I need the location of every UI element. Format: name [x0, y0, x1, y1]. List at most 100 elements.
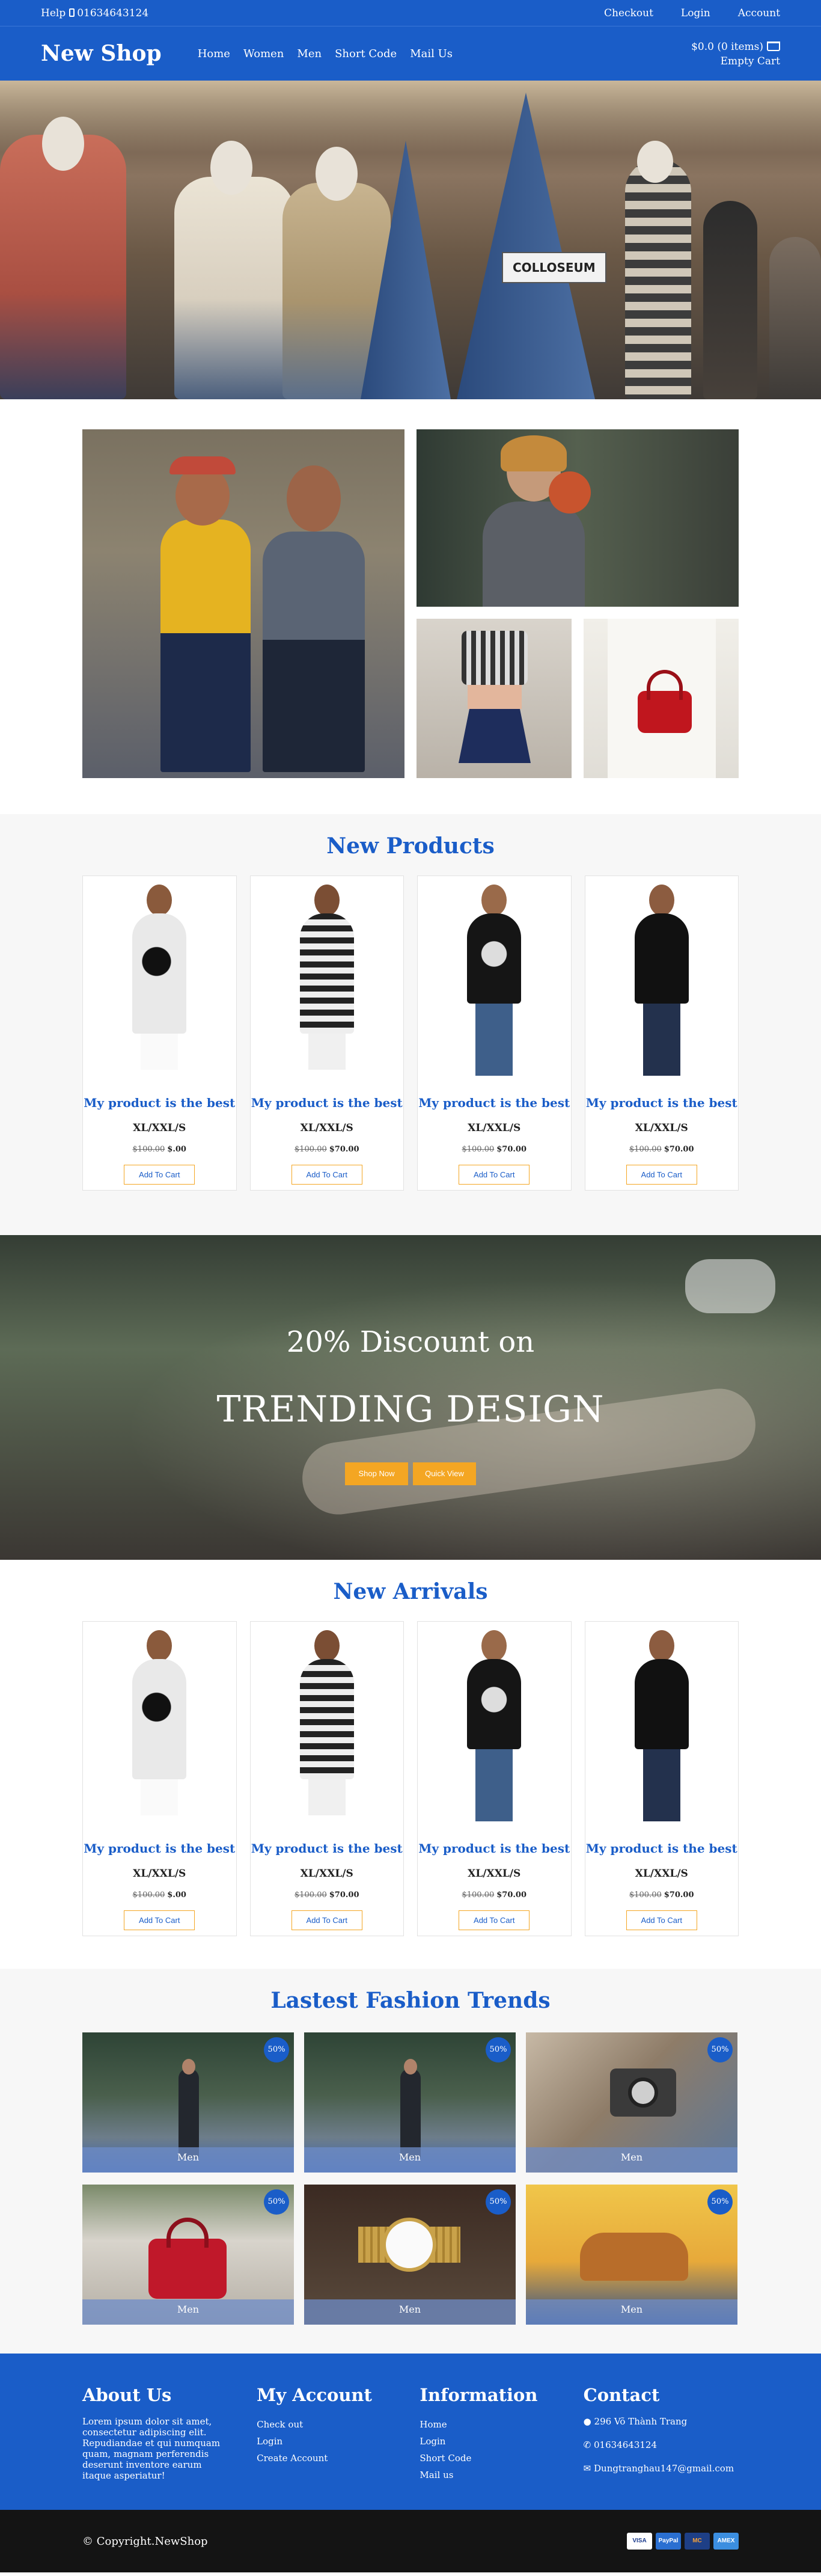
product-sizes: XL/XXL/S	[300, 1122, 353, 1134]
help-label: Help	[41, 7, 66, 19]
product-title[interactable]: My product is the best	[418, 1096, 571, 1110]
new-arrivals-section: New Arrivals My product is the best XL/XX…	[0, 1560, 821, 1969]
footer-checkout-link[interactable]: Check out	[257, 2416, 420, 2433]
trend-tile[interactable]: 50% Men	[304, 2032, 516, 2173]
nav-home[interactable]: Home	[198, 48, 230, 60]
add-to-cart-button[interactable]: Add To Cart	[459, 1910, 530, 1930]
amex-card-icon: AMEX	[713, 2533, 739, 2550]
footer-account: My Account Check out Login Create Accoun…	[257, 2385, 420, 2510]
footer-login-link[interactable]: Login	[257, 2433, 420, 2450]
footer-about-text: Lorem ipsum dolor sit amet, consectetur …	[82, 2416, 221, 2481]
product-image[interactable]	[418, 876, 571, 1084]
product-title[interactable]: My product is the best	[83, 1096, 236, 1110]
product-card[interactable]: My product is the best XL/XXL/S $100.00 $70…	[417, 876, 572, 1191]
help-phone-number: 01634643124	[77, 7, 149, 19]
quick-view-button[interactable]: Quick View	[413, 1462, 476, 1485]
footer-short-code-link[interactable]: Short Code	[420, 2450, 583, 2467]
new-products-title: New Products	[326, 833, 495, 859]
account-link[interactable]: Account	[738, 7, 780, 19]
trend-tile[interactable]: 50% Men	[304, 2185, 516, 2325]
product-image[interactable]	[250, 1622, 403, 1829]
empty-cart-link[interactable]: Empty Cart	[691, 54, 780, 69]
footer-create-account-link[interactable]: Create Account	[257, 2450, 420, 2467]
trend-caption: Men	[82, 2147, 294, 2173]
product-card[interactable]: My product is the best XL/XXL/S $100.00 $.0…	[82, 1621, 237, 1936]
footer-contact-title: Contact	[583, 2385, 660, 2405]
add-to-cart-button[interactable]: Add To Cart	[124, 1910, 195, 1930]
nav-women[interactable]: Women	[243, 48, 284, 60]
product-image[interactable]	[83, 876, 236, 1084]
product-title[interactable]: My product is the best	[418, 1841, 571, 1856]
product-title[interactable]: My product is the best	[585, 1096, 739, 1110]
product-image[interactable]	[418, 1622, 571, 1829]
add-to-cart-button[interactable]: Add To Cart	[459, 1165, 530, 1185]
footer: About Us Lorem ipsum dolor sit amet, con…	[0, 2354, 821, 2510]
discount-banner: 20% Discount on TRENDING DESIGN Shop Now…	[0, 1235, 821, 1560]
checkout-link[interactable]: Checkout	[604, 7, 653, 19]
trend-tile[interactable]: 50% Men	[82, 2032, 294, 2173]
photo-gallery	[0, 399, 821, 814]
product-title[interactable]: My product is the best	[251, 1841, 404, 1856]
product-sizes: XL/XXL/S	[468, 1868, 521, 1880]
trend-tile[interactable]: 50% Men	[526, 2032, 737, 2173]
add-to-cart-button[interactable]: Add To Cart	[626, 1910, 697, 1930]
footer-home-link[interactable]: Home	[420, 2416, 583, 2433]
cart-summary[interactable]: $0.0 (0 items) Empty Cart	[691, 40, 780, 69]
footer-mail-link[interactable]: Mail us	[420, 2467, 583, 2483]
contact-email[interactable]: Dungtranghau147@gmail.com	[594, 2463, 734, 2474]
product-card[interactable]: My product is the best XL/XXL/S $100.00 $70…	[249, 1621, 404, 1936]
add-to-cart-button[interactable]: Add To Cart	[291, 1165, 362, 1185]
product-image[interactable]	[83, 1622, 236, 1829]
main-header: New Shop Home Women Men Short Code Mail …	[0, 26, 821, 81]
product-image[interactable]	[250, 876, 403, 1084]
product-card[interactable]: My product is the best XL/XXL/S $100.00 $70…	[584, 1621, 739, 1936]
contact-phone: 01634643124	[594, 2440, 657, 2450]
old-price: $100.00	[462, 1145, 495, 1154]
product-card[interactable]: My product is the best XL/XXL/S $100.00 $70…	[417, 1621, 572, 1936]
old-price: $100.00	[294, 1891, 327, 1900]
nav-men[interactable]: Men	[297, 48, 322, 60]
product-price: $100.00 $70.00	[251, 1891, 404, 1900]
new-arrivals-list: My product is the best XL/XXL/S $100.00 $.0…	[0, 1621, 821, 1936]
footer-about-title: About Us	[82, 2385, 172, 2405]
mastercard-icon: MC	[685, 2533, 710, 2550]
product-title[interactable]: My product is the best	[585, 1841, 739, 1856]
hero-image: COLLOSEUM	[0, 81, 821, 399]
sale-price: $70.00	[664, 1891, 694, 1900]
footer-login-link-2[interactable]: Login	[420, 2433, 583, 2450]
nav-mail-us[interactable]: Mail Us	[410, 48, 453, 60]
contact-address: 296 Võ Thành Trang	[594, 2416, 688, 2427]
site-logo[interactable]: New Shop	[41, 41, 162, 66]
product-card[interactable]: My product is the best XL/XXL/S $100.00 $70…	[584, 876, 739, 1191]
new-products-list: My product is the best XL/XXL/S $100.00 $.0…	[0, 876, 821, 1191]
discount-badge: 50%	[264, 2189, 289, 2215]
nav-short-code[interactable]: Short Code	[335, 48, 397, 60]
product-card[interactable]: My product is the best XL/XXL/S $100.00 $70…	[249, 876, 404, 1191]
add-to-cart-button[interactable]: Add To Cart	[291, 1910, 362, 1930]
trend-caption: Men	[304, 2299, 516, 2325]
product-sizes: XL/XXL/S	[300, 1868, 353, 1880]
product-title[interactable]: My product is the best	[251, 1096, 404, 1110]
main-nav: Home Women Men Short Code Mail Us	[198, 48, 453, 60]
old-price: $100.00	[294, 1145, 327, 1154]
product-image[interactable]	[585, 1622, 738, 1829]
payment-cards: VISA PayPal MC AMEX	[627, 2533, 739, 2550]
login-link[interactable]: Login	[681, 7, 710, 19]
discount-badge: 50%	[707, 2037, 733, 2062]
shop-now-button[interactable]: Shop Now	[345, 1462, 408, 1485]
gallery-image-crop-top	[417, 619, 572, 778]
product-price: $100.00 $70.00	[418, 1145, 571, 1154]
map-marker-icon: ●	[583, 2416, 591, 2427]
old-price: $100.00	[132, 1891, 165, 1900]
trend-tile[interactable]: 50% Men	[526, 2185, 737, 2325]
product-price: $100.00 $70.00	[585, 1891, 739, 1900]
product-card[interactable]: My product is the best XL/XXL/S $100.00 $.0…	[82, 876, 237, 1191]
product-image[interactable]	[585, 876, 738, 1084]
paypal-card-icon: PayPal	[656, 2533, 681, 2550]
add-to-cart-button[interactable]: Add To Cart	[626, 1165, 697, 1185]
trend-tile[interactable]: 50% Men	[82, 2185, 294, 2325]
trend-caption: Men	[526, 2299, 737, 2325]
product-title[interactable]: My product is the best	[83, 1841, 236, 1856]
cart-total: $0.0 (0 items)	[691, 41, 763, 53]
add-to-cart-button[interactable]: Add To Cart	[124, 1165, 195, 1185]
